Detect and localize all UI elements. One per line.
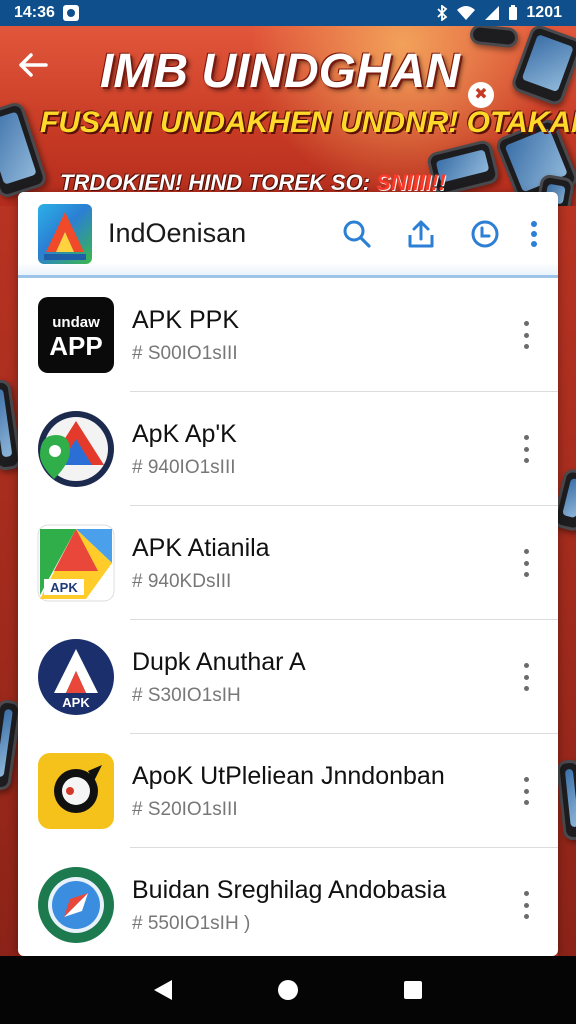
- triangle-back-icon: [153, 980, 172, 1000]
- app-meta: # 550IO1sIH ): [132, 912, 251, 934]
- app-name: Buidan Sreghilag Andobasia: [132, 875, 447, 904]
- list-item[interactable]: Buidan Sreghilag Andobasia # 550IO1sIH ): [18, 848, 558, 956]
- svg-text:undaw: undaw: [52, 314, 100, 331]
- app-name: APK PPK: [132, 305, 239, 334]
- status-bar-left: 14:36: [14, 4, 79, 22]
- nav-recents-button[interactable]: [393, 970, 433, 1010]
- svg-text:APK: APK: [62, 695, 90, 710]
- status-bar-right: 1201: [436, 4, 562, 22]
- right-side-decoration: [558, 206, 576, 956]
- history-button[interactable]: [468, 217, 502, 251]
- item-menu-button[interactable]: [518, 321, 534, 349]
- arrow-left-icon: [19, 53, 48, 77]
- system-nav-bar: [0, 956, 576, 1024]
- search-button[interactable]: [340, 217, 374, 251]
- nav-back-button[interactable]: [143, 970, 183, 1010]
- apk-blue-circle-icon: APK: [36, 637, 116, 717]
- svg-text:APP: APP: [49, 331, 102, 361]
- apk-maps-circle-icon: [36, 409, 116, 489]
- decorative-phone-icon: [509, 26, 576, 108]
- app-meta: # 940IO1sIII: [132, 456, 236, 478]
- share-icon: [408, 220, 434, 247]
- item-menu-button[interactable]: [518, 777, 534, 805]
- app-name: Dupk Anuthar A: [132, 647, 306, 676]
- list-item[interactable]: APK Dupk Anuthar A # S30IO1sIH: [18, 620, 558, 734]
- circle-home-icon: [277, 980, 298, 1000]
- app-logo-icon: [38, 203, 92, 264]
- apk-drive-icon: APK: [36, 523, 116, 603]
- notification-app-icon: [62, 5, 79, 21]
- app-meta: # 940KDsIII: [132, 570, 232, 592]
- banner-subtitle: FUSANI UNDAKHEN UNDNR! OTAKAN: [40, 106, 576, 139]
- svg-text:APK: APK: [50, 580, 78, 595]
- app-list-card: IndOenisan undaw APP APK PPK # S00IO1sII…: [18, 192, 558, 956]
- overflow-menu-button[interactable]: [524, 217, 544, 251]
- banner-title: IMB UINDGHAN: [100, 45, 460, 98]
- app-meta: # S20IO1sIII: [132, 798, 238, 820]
- back-button[interactable]: [18, 52, 52, 80]
- list-item[interactable]: undaw APP APK PPK # S00IO1sIII: [18, 278, 558, 392]
- list-item[interactable]: ApK Ap'K # 940IO1sIII: [18, 392, 558, 506]
- battery-icon: [509, 5, 518, 20]
- more-vertical-icon: [531, 220, 537, 247]
- list-item[interactable]: ApoK UtPleliean Jnndonban # S20IO1sIII: [18, 734, 558, 848]
- square-recents-icon: [404, 981, 423, 999]
- apk-green-globe-icon: [36, 865, 116, 945]
- banner-badge-icon: ✖: [468, 82, 494, 108]
- app-list: undaw APP APK PPK # S00IO1sIII ApK Ap'K …: [18, 278, 558, 956]
- list-item[interactable]: APK APK Atianila # 940KDsIII: [18, 506, 558, 620]
- search-icon: [343, 220, 371, 248]
- apk-app-black-icon: undaw APP: [36, 295, 116, 375]
- item-menu-button[interactable]: [518, 891, 534, 919]
- left-side-decoration: [0, 206, 20, 956]
- status-bar: 14:36 1201: [0, 0, 576, 26]
- clock-icon: [471, 220, 499, 247]
- status-time: 14:36: [14, 4, 55, 21]
- share-button[interactable]: [404, 217, 438, 251]
- app-name: APK Atianila: [132, 533, 270, 562]
- battery-text: 1201: [526, 4, 562, 21]
- item-menu-button[interactable]: [518, 549, 534, 577]
- app-meta: # S30IO1sIH: [132, 684, 241, 706]
- item-menu-button[interactable]: [518, 663, 534, 691]
- promo-banner: IMB UINDGHAN ✖ FUSANI UNDAKHEN UNDNR! OT…: [0, 26, 576, 206]
- bluetooth-icon: [437, 5, 448, 21]
- app-name: ApoK UtPleliean Jnndonban: [132, 761, 445, 790]
- signal-icon: [485, 6, 500, 20]
- app-bar-title: IndOenisan: [108, 218, 247, 248]
- app-name: ApK Ap'K: [132, 419, 237, 448]
- nav-home-button[interactable]: [268, 970, 308, 1010]
- app-meta: # S00IO1sIII: [132, 342, 238, 364]
- app-bar: IndOenisan: [18, 192, 558, 278]
- item-menu-button[interactable]: [518, 435, 534, 463]
- wifi-icon: [457, 6, 476, 20]
- apk-yellow-icon: [36, 751, 116, 831]
